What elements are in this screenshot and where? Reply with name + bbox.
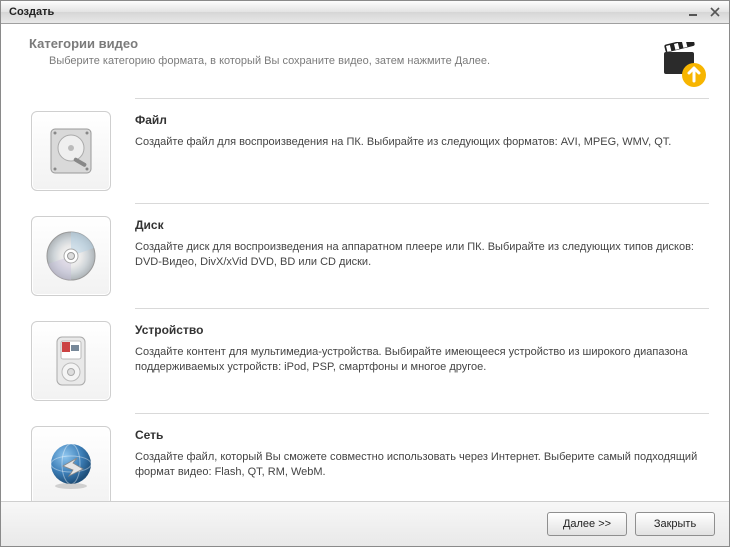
dialog-header: Категории видео Выберите категорию форма…: [1, 24, 729, 96]
category-desc: Создайте файл, который Вы сможете совмес…: [135, 450, 709, 481]
titlebar: Создать: [1, 1, 729, 24]
hdd-icon: [31, 111, 111, 191]
category-desc: Создайте контент для мультимедиа-устройс…: [135, 345, 709, 376]
category-item-device[interactable]: Устройство Создайте контент для мультиме…: [21, 311, 709, 411]
category-item-disc[interactable]: Диск Создайте диск для воспроизведения н…: [21, 206, 709, 306]
divider: [135, 98, 709, 99]
page-subtitle: Выберите категорию формата, в который Вы…: [29, 55, 709, 67]
category-title: Сеть: [135, 428, 709, 442]
next-button[interactable]: Далее >>: [547, 512, 627, 536]
disc-icon: [31, 216, 111, 296]
device-icon: [31, 321, 111, 401]
minimize-button[interactable]: [683, 4, 703, 20]
divider: [135, 308, 709, 309]
category-desc: Создайте файл для воспроизведения на ПК.…: [135, 135, 709, 150]
category-item-file[interactable]: Файл Создайте файл для воспроизведения н…: [21, 101, 709, 201]
globe-icon: [31, 426, 111, 501]
close-button[interactable]: [705, 4, 725, 20]
clapperboard-produce-icon: [661, 42, 707, 88]
divider: [135, 413, 709, 414]
category-item-web[interactable]: Сеть Создайте файл, который Вы сможете с…: [21, 416, 709, 501]
category-title: Диск: [135, 218, 709, 232]
category-desc: Создайте диск для воспроизведения на апп…: [135, 240, 709, 271]
category-title: Устройство: [135, 323, 709, 337]
categories-list: Файл Создайте файл для воспроизведения н…: [1, 96, 729, 501]
dialog-window: Создать Категории видео Выберите категор…: [0, 0, 730, 547]
divider: [135, 203, 709, 204]
window-title: Создать: [9, 6, 681, 18]
category-title: Файл: [135, 113, 709, 127]
dialog-footer: Далее >> Закрыть: [1, 501, 729, 546]
close-dialog-button[interactable]: Закрыть: [635, 512, 715, 536]
page-title: Категории видео: [29, 36, 709, 51]
